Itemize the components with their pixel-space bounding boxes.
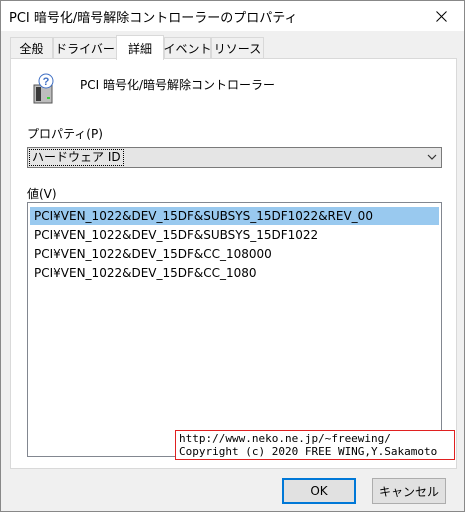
property-label: プロパティ(P) (27, 127, 103, 141)
value-listbox[interactable]: PCI¥VEN_1022&DEV_15DF&SUBSYS_15DF1022&RE… (27, 202, 442, 457)
list-item[interactable]: PCI¥VEN_1022&DEV_15DF&SUBSYS_15DF1022 (30, 226, 439, 244)
list-item[interactable]: PCI¥VEN_1022&DEV_15DF&CC_1080 (30, 264, 439, 282)
unknown-device-icon: ? (33, 73, 54, 104)
close-icon (435, 10, 447, 22)
tab-label: 全般 (19, 41, 44, 56)
tab-label: イベント (163, 41, 212, 56)
value-label: 値(V) (27, 187, 57, 201)
window-title: PCI 暗号化/暗号解除コントローラーのプロパティ (9, 11, 298, 26)
chevron-down-icon (427, 154, 437, 160)
tab-label: ドライバー (55, 41, 115, 56)
tab-resources[interactable]: リソース (211, 37, 264, 58)
details-panel: ? PCI 暗号化/暗号解除コントローラー プロパティ(P) ハードウェア ID… (10, 58, 457, 469)
tab-label: 詳細 (127, 41, 152, 56)
ok-button[interactable]: OK (282, 478, 356, 504)
tab-events[interactable]: イベント (163, 37, 212, 58)
tab-label: リソース (213, 41, 262, 56)
property-dropdown[interactable]: ハードウェア ID (27, 147, 442, 168)
close-button[interactable] (418, 1, 464, 31)
list-item[interactable]: PCI¥VEN_1022&DEV_15DF&SUBSYS_15DF1022&RE… (30, 207, 439, 225)
list-item[interactable]: PCI¥VEN_1022&DEV_15DF&CC_108000 (30, 245, 439, 263)
property-selected-value: ハードウェア ID (29, 149, 124, 166)
watermark-text: http://www.neko.ne.jp/~freewing/ Copyrig… (175, 430, 455, 460)
watermark-copyright: Copyright (c) 2020 FREE WING,Y.Sakamoto (179, 445, 438, 458)
watermark-url: http://www.neko.ne.jp/~freewing/ (179, 432, 391, 445)
title-bar: PCI 暗号化/暗号解除コントローラーのプロパティ (1, 1, 464, 31)
device-name: PCI 暗号化/暗号解除コントローラー (80, 78, 276, 92)
properties-dialog: PCI 暗号化/暗号解除コントローラーのプロパティ 全般 ドライバー 詳細 イベ… (0, 0, 465, 512)
ok-button-label: OK (310, 484, 328, 498)
cancel-button-label: キャンセル (378, 484, 439, 499)
cancel-button[interactable]: キャンセル (372, 478, 446, 504)
tab-general[interactable]: 全般 (10, 37, 53, 58)
svg-text:?: ? (43, 76, 50, 88)
tab-details[interactable]: 詳細 (116, 35, 164, 60)
tab-driver[interactable]: ドライバー (53, 37, 117, 58)
